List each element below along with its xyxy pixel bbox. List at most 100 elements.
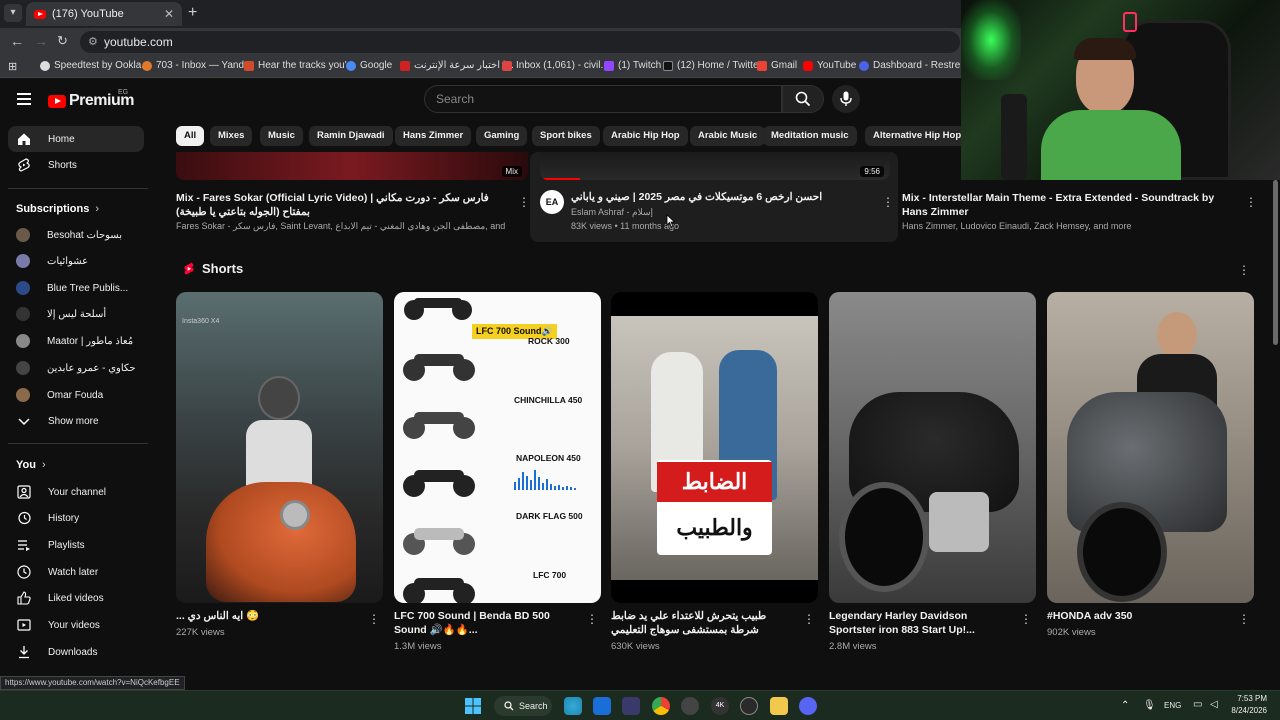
subscription-item[interactable]: Maator | مُعاذ ماطور — [8, 328, 144, 354]
more-actions-icon[interactable] — [518, 200, 522, 204]
taskbar-search[interactable]: Search — [494, 696, 552, 716]
forward-icon[interactable]: → — [34, 33, 48, 49]
volume-icon[interactable]: ◁ — [1210, 699, 1218, 710]
site-info-icon[interactable]: ⚙ — [88, 31, 98, 53]
chip[interactable]: Arabic Music — [690, 126, 766, 146]
short-title[interactable]: #HONDA adv 350 — [1047, 609, 1222, 623]
sidebar-item-playlists[interactable]: Playlists — [8, 532, 144, 558]
sidebar-item-your-videos[interactable]: Your videos — [8, 612, 144, 638]
clock-date[interactable]: 8/24/2026 — [1228, 706, 1267, 715]
new-tab-icon[interactable]: + — [188, 4, 197, 22]
sidebar-item-watch-later[interactable]: Watch later — [8, 559, 144, 585]
sidebar-item-your-channel[interactable]: Your channel — [8, 479, 144, 505]
4k-app-icon[interactable]: 4K — [711, 697, 729, 715]
discord-icon[interactable] — [799, 697, 817, 715]
subscription-item[interactable]: أسلحة ليس إلا — [8, 301, 144, 327]
video-meta[interactable]: Hans Zimmer, Ludovico Einaudi, Zack Hems… — [902, 220, 1131, 233]
file-explorer-icon[interactable] — [770, 697, 788, 715]
bookmark-item[interactable]: 703 - Inbox — Yand... — [142, 60, 252, 71]
more-actions-icon[interactable] — [1245, 200, 1249, 204]
subscriptions-heading[interactable]: Subscriptions › — [16, 203, 99, 215]
edge-icon[interactable] — [564, 697, 582, 715]
bookmark-item[interactable]: Speedtest by Ookla... — [40, 60, 150, 71]
bookmark-item[interactable]: (1) Twitch — [604, 60, 661, 71]
network-icon[interactable]: ▭ — [1193, 699, 1202, 710]
bookmark-item[interactable]: اختبار سرعة الإنترنت |... — [400, 60, 514, 71]
windows-start-icon[interactable] — [464, 697, 482, 715]
short-thumbnail[interactable]: الضابط والطبيب — [611, 292, 818, 603]
more-actions-icon[interactable] — [882, 200, 886, 204]
chevron-up-icon[interactable]: ⌃ — [1121, 700, 1129, 711]
video-thumbnail[interactable]: 9:56 — [540, 152, 890, 180]
app-icon[interactable] — [740, 697, 758, 715]
chip[interactable]: Arabic Hip Hop — [603, 126, 688, 146]
menu-icon[interactable] — [17, 93, 31, 105]
bookmark-item[interactable]: (12) Home / Twitter — [663, 60, 762, 71]
short-thumbnail[interactable] — [829, 292, 1036, 603]
show-more-button[interactable]: Show more — [8, 408, 144, 434]
bookmark-item[interactable]: YouTube — [803, 60, 856, 71]
chip-all[interactable]: All — [176, 126, 205, 146]
video-title[interactable]: احسن ارخص 6 موتسيكلات في مصر 2025 | صيني… — [571, 190, 861, 204]
video-title[interactable]: Mix - Interstellar Main Theme - Extra Ex… — [902, 191, 1232, 219]
short-title[interactable]: Legendary Harley Davidson Sportster iron… — [829, 609, 1004, 637]
reload-icon[interactable]: ↻ — [57, 33, 68, 49]
subscription-item[interactable]: حكاوي - عمرو عابدين — [8, 355, 144, 381]
bookmark-item[interactable]: Inbox (1,061) - civil... — [502, 60, 609, 71]
subscription-item[interactable]: Omar Fouda — [8, 382, 144, 408]
scrollbar[interactable] — [1271, 120, 1280, 676]
more-actions-icon[interactable] — [1020, 617, 1024, 621]
scrollbar-thumb[interactable] — [1273, 180, 1278, 345]
search-input[interactable]: Search — [424, 85, 782, 113]
voice-search-button[interactable] — [832, 85, 860, 113]
subscription-item[interactable]: عشوائيات — [8, 248, 144, 274]
sidebar-item-shorts[interactable]: Shorts — [8, 152, 144, 178]
bookmark-item[interactable]: Dashboard - Restre... — [859, 60, 969, 71]
more-actions-icon[interactable] — [586, 617, 590, 621]
short-title[interactable]: ... ايه الناس دي 😳 — [176, 609, 351, 623]
language-indicator[interactable]: ENG — [1164, 701, 1181, 710]
chip[interactable]: Music — [260, 126, 303, 146]
back-icon[interactable]: ← — [10, 33, 24, 49]
sidebar-item-history[interactable]: History — [8, 505, 144, 531]
chip[interactable]: Alternative Hip Hop — [865, 126, 970, 146]
short-thumbnail[interactable]: Insta360 X4 — [176, 292, 383, 603]
sidebar-item-liked-videos[interactable]: Liked videos — [8, 585, 144, 611]
you-heading[interactable]: You › — [16, 459, 46, 471]
more-actions-icon[interactable] — [1238, 617, 1242, 621]
shorts-more-icon[interactable] — [1238, 268, 1242, 272]
clock-time[interactable]: 7:53 PM — [1235, 694, 1267, 703]
apps-grid-icon[interactable]: ⊞ — [8, 60, 17, 73]
mail-icon[interactable] — [593, 697, 611, 715]
chip[interactable]: Gaming — [476, 126, 528, 146]
short-title[interactable]: طبيب يتحرش للاعتداء علي يد ضابط شرطة بمس… — [611, 609, 786, 637]
sidebar-item-home[interactable]: Home — [8, 126, 144, 152]
bookmark-item[interactable]: Google — [346, 60, 392, 71]
short-thumbnail[interactable] — [1047, 292, 1254, 603]
app-icon[interactable] — [681, 697, 699, 715]
subscription-item[interactable]: Blue Tree Publis... — [8, 275, 144, 301]
sidebar-item-downloads[interactable]: Downloads — [8, 639, 144, 665]
channel-avatar[interactable]: EA — [540, 190, 564, 214]
video-thumbnail[interactable]: Mix — [176, 152, 528, 180]
subscription-item[interactable]: Besohat بسوحات — [8, 222, 144, 248]
bookmark-item[interactable]: Gmail — [757, 60, 797, 71]
chip[interactable]: Ramin Djawadi — [309, 126, 393, 146]
more-actions-icon[interactable] — [368, 617, 372, 621]
browser-tab[interactable]: (176) YouTube ✕ — [26, 2, 182, 26]
video-meta[interactable]: Fares Sokar - فارس سكر, Saint Levant, مص… — [176, 220, 506, 233]
short-title[interactable]: LFC 700 Sound | Benda BD 500 Sound 🔊🔥🔥..… — [394, 609, 569, 637]
app-icon[interactable] — [622, 697, 640, 715]
chip[interactable]: Meditation music — [763, 126, 857, 146]
video-title[interactable]: Mix - Fares Sokar (Official Lyric Video)… — [176, 191, 506, 219]
bookmark-item[interactable]: Hear the tracks you'... — [244, 60, 355, 71]
chip[interactable]: Sport bikes — [532, 126, 600, 146]
microphone-tray-icon[interactable]: 🎙 — [1143, 700, 1156, 711]
short-thumbnail[interactable]: LFC 700 Sound🔊 ROCK 300 CHINCHILLA 450 N… — [394, 292, 601, 603]
more-actions-icon[interactable] — [803, 617, 807, 621]
chrome-icon[interactable] — [652, 697, 670, 715]
tab-list-dropdown-icon[interactable]: ▾ — [4, 4, 22, 22]
channel-name[interactable]: Eslam Ashraf - إسلام — [571, 206, 653, 219]
search-button[interactable] — [782, 85, 824, 113]
address-bar[interactable]: ⚙ youtube.com — [80, 31, 960, 53]
